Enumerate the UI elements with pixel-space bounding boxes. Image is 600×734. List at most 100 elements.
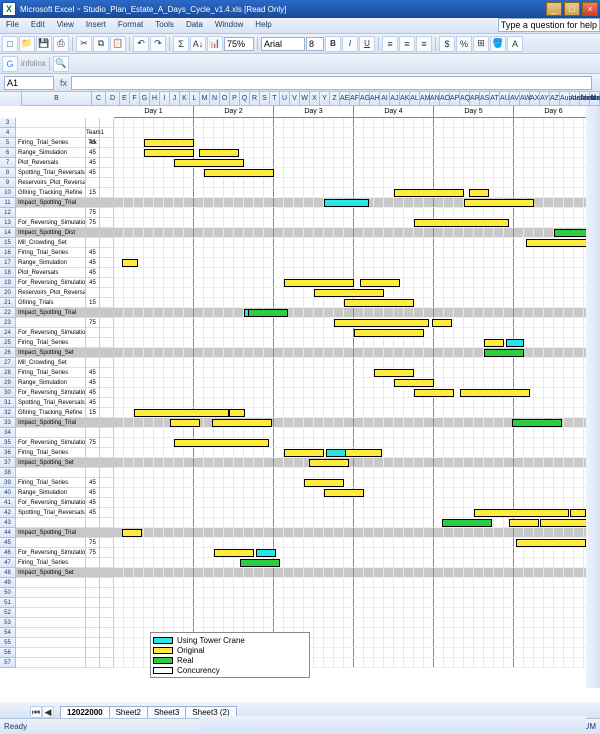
gantt-area[interactable] xyxy=(114,128,600,138)
task-row[interactable]: 49 xyxy=(0,578,600,588)
duration-cell[interactable] xyxy=(86,328,100,338)
duration-cell[interactable]: 45 xyxy=(86,268,100,278)
task-name-cell[interactable]: Impact_Spotting_Trial xyxy=(16,308,86,318)
gantt-bar[interactable] xyxy=(554,229,590,237)
fill-color-icon[interactable]: 🪣 xyxy=(490,36,506,52)
task-row[interactable]: 48Impact_Spotting_Set xyxy=(0,568,600,578)
cell[interactable] xyxy=(100,418,114,428)
worksheet[interactable]: B C D EFGHIJKLMNOPQRSTUVWXYZAEAFAGAHAIAJ… xyxy=(0,92,600,702)
cell[interactable] xyxy=(100,328,114,338)
row-header[interactable]: 47 xyxy=(0,558,16,568)
task-name-cell[interactable] xyxy=(16,518,86,528)
row-header[interactable]: 22 xyxy=(0,308,16,318)
row-header[interactable]: 5 xyxy=(0,138,16,148)
gantt-area[interactable] xyxy=(114,168,600,178)
gantt-bar[interactable] xyxy=(144,149,194,157)
col-header[interactable]: X xyxy=(310,92,320,106)
row-header[interactable]: 20 xyxy=(0,288,16,298)
duration-cell[interactable]: 45 xyxy=(86,258,100,268)
row-header[interactable]: 4 xyxy=(0,128,16,138)
tab-first-icon[interactable]: ⏮ xyxy=(30,706,42,718)
task-name-cell[interactable] xyxy=(16,428,86,438)
minimize-button[interactable]: _ xyxy=(546,2,562,16)
gantt-bar[interactable] xyxy=(484,349,524,357)
col-header[interactable]: AO xyxy=(440,92,450,106)
gantt-bar[interactable] xyxy=(326,449,346,457)
gantt-bar[interactable] xyxy=(374,369,414,377)
row-header[interactable]: 19 xyxy=(0,278,16,288)
task-row[interactable]: 2375 xyxy=(0,318,600,328)
cell[interactable] xyxy=(100,368,114,378)
gantt-bar[interactable] xyxy=(304,479,344,487)
duration-cell[interactable] xyxy=(86,238,100,248)
duration-cell[interactable]: 45 xyxy=(86,388,100,398)
task-row[interactable]: 13For_Reversing_Simulation75 xyxy=(0,218,600,228)
help-search[interactable]: Type a question for help xyxy=(498,18,600,32)
gantt-area[interactable] xyxy=(114,258,600,268)
task-name-cell[interactable]: Firing_Trial_Series xyxy=(16,448,86,458)
gantt-area[interactable] xyxy=(114,388,600,398)
row-header[interactable]: 36 xyxy=(0,448,16,458)
col-header[interactable]: Y xyxy=(320,92,330,106)
cell[interactable] xyxy=(100,558,114,568)
task-row[interactable]: 47Firing_Trial_Series xyxy=(0,558,600,568)
task-name-cell[interactable]: Firing_Trial_Series xyxy=(16,558,86,568)
gantt-bar[interactable] xyxy=(344,299,414,307)
task-row[interactable]: 33Impact_Spotting_Trial xyxy=(0,418,600,428)
gantt-bar[interactable] xyxy=(394,189,464,197)
row-header[interactable]: 11 xyxy=(0,198,16,208)
task-name-cell[interactable]: Impact_Spotting_Set xyxy=(16,458,86,468)
task-name-cell[interactable]: Spotting_Trial_Reversals xyxy=(16,398,86,408)
cell[interactable] xyxy=(100,548,114,558)
cell[interactable] xyxy=(100,468,114,478)
duration-cell[interactable]: Team1 Trk xyxy=(86,128,100,138)
task-name-cell[interactable]: Gfiring_Trials xyxy=(16,298,86,308)
sheet-tab-1[interactable]: 12022000 xyxy=(60,706,110,718)
gantt-area[interactable] xyxy=(114,528,600,538)
cell[interactable] xyxy=(100,518,114,528)
cell[interactable] xyxy=(100,238,114,248)
row-header[interactable]: 8 xyxy=(0,168,16,178)
gantt-bar[interactable] xyxy=(284,449,324,457)
row-header[interactable]: 29 xyxy=(0,378,16,388)
sheet-tab-2[interactable]: Sheet2 xyxy=(109,706,148,718)
duration-cell[interactable] xyxy=(86,448,100,458)
col-header[interactable]: AM xyxy=(420,92,430,106)
duration-cell[interactable]: 45 xyxy=(86,508,100,518)
col-header[interactable]: M xyxy=(200,92,210,106)
row-header[interactable]: 40 xyxy=(0,488,16,498)
row-header[interactable]: 26 xyxy=(0,348,16,358)
task-name-cell[interactable]: For_Reversing_Simulation xyxy=(16,218,86,228)
borders-icon[interactable]: ⊞ xyxy=(473,36,489,52)
gantt-bar[interactable] xyxy=(204,169,274,177)
gantt-area[interactable] xyxy=(114,248,600,258)
duration-cell[interactable] xyxy=(86,528,100,538)
menu-format[interactable]: Format xyxy=(112,18,149,33)
row-header[interactable]: 45 xyxy=(0,538,16,548)
task-row[interactable]: 44Impact_Spotting_Trial xyxy=(0,528,600,538)
cell[interactable] xyxy=(100,138,114,148)
duration-cell[interactable] xyxy=(86,228,100,238)
cell[interactable] xyxy=(100,428,114,438)
row-header[interactable]: 35 xyxy=(0,438,16,448)
row-header[interactable]: 42 xyxy=(0,508,16,518)
row-header[interactable]: 27 xyxy=(0,358,16,368)
gantt-area[interactable] xyxy=(114,158,600,168)
menu-edit[interactable]: Edit xyxy=(25,18,51,33)
duration-cell[interactable] xyxy=(86,568,100,578)
align-right-icon[interactable]: ≡ xyxy=(416,36,432,52)
gantt-bar[interactable] xyxy=(334,319,429,327)
col-header[interactable]: AR xyxy=(470,92,480,106)
col-header[interactable]: AE xyxy=(340,92,350,106)
cell[interactable] xyxy=(100,438,114,448)
menu-tools[interactable]: Tools xyxy=(149,18,180,33)
col-header[interactable]: AJ xyxy=(390,92,400,106)
gantt-area[interactable] xyxy=(114,288,600,298)
row-header[interactable]: 7 xyxy=(0,158,16,168)
cell[interactable] xyxy=(100,148,114,158)
col-header[interactable]: P xyxy=(230,92,240,106)
task-name-cell[interactable]: Range_Simulation xyxy=(16,148,86,158)
task-row[interactable]: 40Range_Simulation45 xyxy=(0,488,600,498)
gantt-bar[interactable] xyxy=(174,159,244,167)
cell[interactable] xyxy=(100,378,114,388)
